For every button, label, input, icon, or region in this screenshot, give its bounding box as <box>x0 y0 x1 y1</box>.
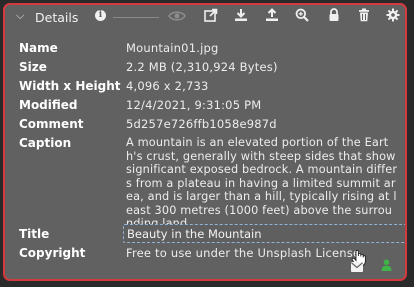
size-label: Size <box>19 60 47 74</box>
name-value: Mountain01.jpg <box>126 41 219 55</box>
comment-value[interactable]: 5d257e726ffb1058e987d <box>126 117 277 131</box>
trash-icon[interactable] <box>357 8 373 24</box>
copyright-label: Copyright <box>19 246 86 260</box>
dimensions-label: Width x Height <box>19 79 121 93</box>
mail-icon[interactable] <box>351 257 363 276</box>
details-panel: ⌵ Details i Name Mountain01.jpg Size 2.2… <box>3 3 407 281</box>
zoom-icon[interactable] <box>295 8 311 24</box>
caption-label: Caption <box>19 136 72 150</box>
details-title: Details <box>35 10 79 25</box>
header-divider <box>113 17 159 18</box>
chevron-down-icon[interactable]: ⌵ <box>16 9 24 23</box>
modified-label: Modified <box>19 98 78 112</box>
upload-icon[interactable] <box>265 8 281 24</box>
details-header: ⌵ Details i <box>5 5 405 31</box>
dimensions-value: 4,096 x 2,733 <box>126 79 209 93</box>
lock-icon[interactable] <box>327 8 343 24</box>
name-label: Name <box>19 41 58 55</box>
modified-value: 12/4/2021, 9:31:05 PM <box>126 98 262 112</box>
title-input[interactable]: Beauty in the Mountain <box>123 224 405 243</box>
gear-icon[interactable] <box>386 8 402 24</box>
copyright-value[interactable]: Free to use under the Unsplash License <box>126 246 360 260</box>
info-icon[interactable]: i <box>95 10 106 21</box>
title-label: Title <box>19 227 50 241</box>
download-icon[interactable] <box>234 8 250 24</box>
size-value: 2.2 MB (2,310,924 Bytes) <box>126 60 278 74</box>
caption-value[interactable]: A mountain is an elevated portion of the… <box>126 136 398 231</box>
comment-label: Comment <box>19 117 84 131</box>
eye-icon[interactable] <box>168 9 186 25</box>
open-external-icon[interactable] <box>204 8 220 24</box>
user-icon[interactable] <box>381 256 392 275</box>
